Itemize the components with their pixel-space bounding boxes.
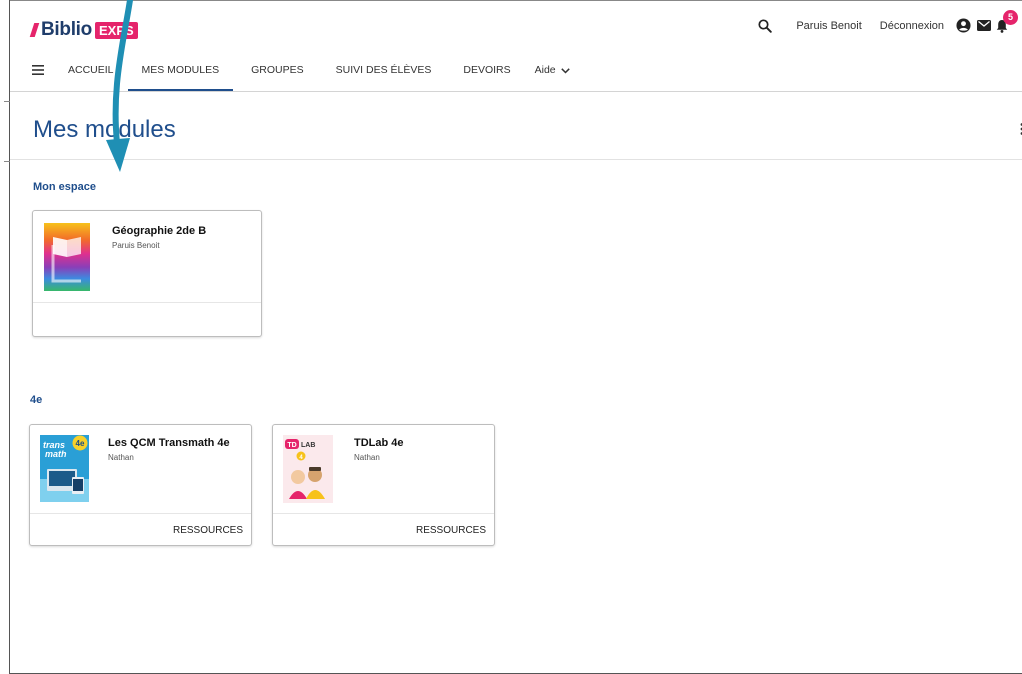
nav-groupes[interactable]: GROUPES (251, 55, 304, 91)
module-card-tdlab[interactable]: TD LAB 4 TDLab 4e Nathan RESSOURCES (272, 424, 495, 546)
ressources-button[interactable]: RESSOURCES (173, 525, 243, 536)
user-name-link[interactable]: Paruis Benoit (796, 20, 861, 32)
module-card-subtitle: Nathan (108, 453, 134, 462)
frame-tick (4, 161, 10, 162)
logo-name: Biblio (41, 19, 92, 40)
nav-suivi-eleves[interactable]: SUIVI DES ÉLÈVES (336, 55, 432, 91)
title-divider (10, 159, 1022, 160)
module-card-title: TDLab 4e (354, 437, 404, 449)
chevron-down-icon (560, 68, 570, 74)
notification-badge: 5 (1003, 9, 1018, 25)
tdlab-td: TD (287, 442, 296, 449)
nav-divider (10, 91, 1022, 92)
module-cover-geographie (44, 223, 90, 291)
annotation-arrow (106, 0, 133, 172)
nav-aide[interactable]: Aide (535, 55, 570, 91)
frame-tick (4, 101, 10, 102)
search-icon[interactable] (758, 18, 773, 33)
mail-icon[interactable] (977, 20, 991, 31)
module-card-geographie[interactable]: Géographie 2de B Paruis Benoit (32, 210, 262, 337)
ressources-button[interactable]: RESSOURCES (416, 525, 486, 536)
section-label-4e: 4e (30, 394, 43, 406)
module-card-title: Les QCM Transmath 4e (108, 437, 230, 449)
nav-mes-modules[interactable]: MES MODULES (127, 55, 233, 91)
hamburger-icon[interactable] (32, 55, 44, 91)
header-actions: Paruis Benoit Déconnexion 5 (758, 9, 1018, 33)
nav-aide-label: Aide (534, 64, 556, 76)
module-card-subtitle: Paruis Benoit (112, 241, 160, 250)
module-card-transmath[interactable]: 4e trans math Les QCM Transmath 4e Natha… (29, 424, 252, 546)
card-divider (33, 302, 261, 303)
section-label-mon-espace: Mon espace (33, 181, 96, 193)
logout-link[interactable]: Déconnexion (880, 20, 944, 32)
module-card-title: Géographie 2de B (112, 225, 207, 237)
card-divider (273, 513, 494, 514)
transmath-grade: 4e (76, 439, 85, 448)
window-frame-top (9, 0, 1022, 1)
module-cover-transmath: 4e trans math (40, 435, 89, 502)
card-divider (30, 513, 251, 514)
transmath-word-2: math (45, 449, 67, 459)
module-cover-tdlab: TD LAB 4 (283, 435, 333, 503)
tdlab-lab: LAB (301, 442, 315, 449)
account-circle-icon[interactable] (956, 18, 971, 33)
logo-slash (29, 23, 40, 37)
bell-icon[interactable]: 5 (996, 9, 1018, 33)
module-card-subtitle: Nathan (354, 453, 380, 462)
nav-devoirs[interactable]: DEVOIRS (463, 55, 510, 91)
